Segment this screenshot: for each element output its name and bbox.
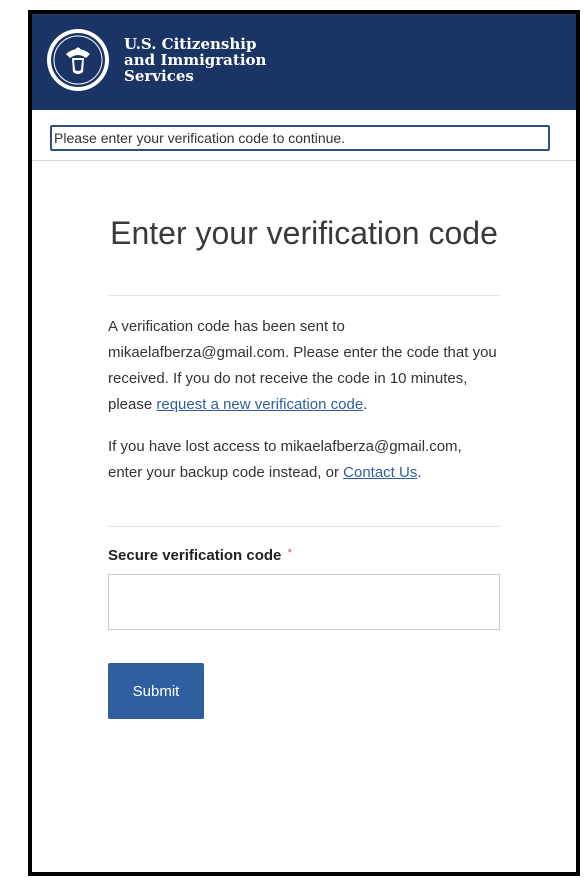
alert-message: Please enter your verification code to c… — [50, 125, 550, 151]
agency-name-line3: Services — [124, 67, 194, 85]
agency-name-line1: U.S. Citizenship — [124, 35, 257, 53]
browser-frame: U.S. Citizenship and Immigration Service… — [28, 10, 580, 876]
verification-code-label-text: Secure verification code — [108, 547, 282, 564]
info-paragraph-sent: A verification code has been sent to mik… — [108, 314, 500, 418]
site-header: U.S. Citizenship and Immigration Service… — [32, 14, 576, 110]
info-paragraph-lost-access: If you have lost access to mikaelafberza… — [108, 434, 500, 486]
info-paragraph-sent-end: . — [363, 396, 368, 413]
info-paragraph-lost-access-end: . — [417, 464, 422, 481]
verification-code-label: Secure verification code * — [108, 547, 500, 564]
page-title: Enter your verification code — [110, 215, 498, 251]
dhs-seal-icon — [47, 29, 109, 91]
main-content: Enter your verification code A verificat… — [32, 211, 576, 719]
request-new-code-link[interactable]: request a new verification code — [156, 396, 363, 413]
divider — [108, 295, 500, 296]
alert-bar: Please enter your verification code to c… — [32, 110, 576, 161]
verification-code-input[interactable] — [108, 574, 500, 630]
agency-name-line2: and Immigration — [124, 51, 267, 69]
contact-us-link[interactable]: Contact Us — [343, 464, 417, 481]
required-mark: * — [287, 547, 292, 559]
agency-name: U.S. Citizenship and Immigration Service… — [124, 36, 266, 84]
submit-button[interactable]: Submit — [108, 663, 204, 719]
divider — [108, 526, 500, 527]
